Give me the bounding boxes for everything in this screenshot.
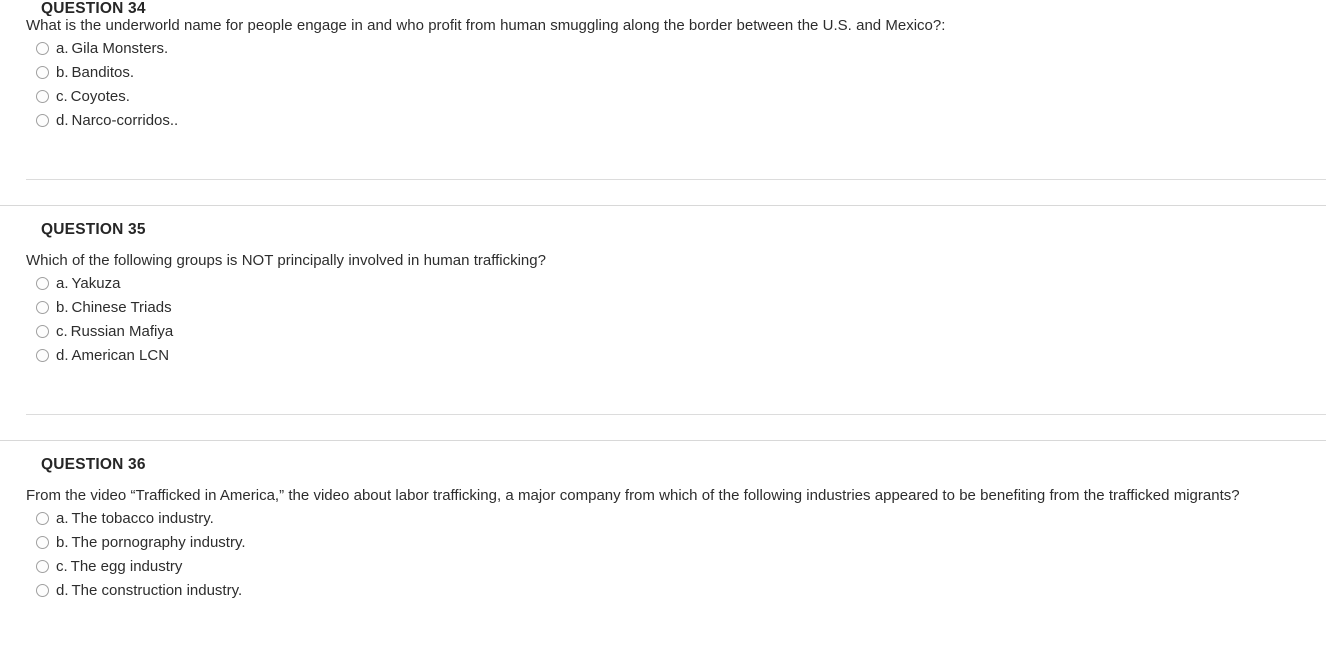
answer-options-34: a. Gila Monsters. b. Banditos. c. Coyote… <box>26 37 1326 133</box>
option-label: Banditos. <box>71 64 135 81</box>
answer-option-36-b[interactable]: b. The pornography industry. <box>36 531 1326 555</box>
radio-button-icon[interactable] <box>36 512 49 526</box>
answer-option-35-b[interactable]: b. Chinese Triads <box>36 296 1326 320</box>
option-label: The construction industry. <box>71 582 243 600</box>
radio-button-icon[interactable] <box>36 90 49 103</box>
radio-button-icon[interactable] <box>36 42 49 55</box>
divider-gap <box>0 180 1326 205</box>
option-letter: c. <box>56 323 68 341</box>
radio-button-icon[interactable] <box>36 349 49 363</box>
answer-option-34-b[interactable]: b. Banditos. <box>36 61 1326 85</box>
radio-button-icon[interactable] <box>36 66 49 79</box>
option-letter: a. <box>56 510 69 528</box>
answer-option-36-c[interactable]: c. The egg industry <box>36 555 1326 579</box>
radio-button-icon[interactable] <box>36 301 49 315</box>
option-letter: d. <box>56 112 69 129</box>
option-letter: a. <box>56 275 69 293</box>
answer-option-35-a[interactable]: a. Yakuza <box>36 272 1326 296</box>
question-block-35: QUESTION 35 Which of the following group… <box>0 206 1326 441</box>
radio-button-icon[interactable] <box>36 325 49 339</box>
option-letter: d. <box>56 582 69 600</box>
option-label: The egg industry <box>70 558 183 576</box>
option-letter: c. <box>56 558 68 576</box>
option-letter: d. <box>56 347 69 365</box>
answer-option-34-a[interactable]: a. Gila Monsters. <box>36 37 1326 61</box>
option-letter: b. <box>56 534 69 552</box>
option-label: The pornography industry. <box>71 534 246 552</box>
radio-button-icon[interactable] <box>36 114 49 127</box>
question-header-35: QUESTION 35 <box>41 220 146 238</box>
question-text-34: What is the underworld name for people e… <box>26 17 946 34</box>
radio-button-icon[interactable] <box>36 277 49 291</box>
option-letter: b. <box>56 299 69 317</box>
option-label: American LCN <box>71 347 170 365</box>
question-text-36: From the video “Trafficked in America,” … <box>26 487 1240 505</box>
answer-option-34-c[interactable]: c. Coyotes. <box>36 85 1326 109</box>
option-label: Narco-corridos.. <box>71 112 179 129</box>
answer-option-34-d[interactable]: d. Narco-corridos.. <box>36 109 1326 133</box>
radio-button-icon[interactable] <box>36 560 49 574</box>
question-text-35: Which of the following groups is NOT pri… <box>26 252 546 270</box>
question-header-36: QUESTION 36 <box>41 455 146 473</box>
radio-button-icon[interactable] <box>36 584 49 598</box>
answer-option-36-d[interactable]: d. The construction industry. <box>36 579 1326 603</box>
question-body-34: What is the underworld name for people e… <box>0 16 1326 133</box>
divider-gap <box>0 415 1326 440</box>
option-letter: c. <box>56 88 68 105</box>
answer-option-36-a[interactable]: a. The tobacco industry. <box>36 507 1326 531</box>
answer-options-36: a. The tobacco industry. b. The pornogra… <box>26 507 1326 603</box>
option-label: Gila Monsters. <box>71 40 169 57</box>
question-body-35: Which of the following groups is NOT pri… <box>0 251 1326 368</box>
question-body-36: From the video “Trafficked in America,” … <box>0 486 1326 603</box>
quiz-container: QUESTION 34 What is the underworld name … <box>0 0 1326 603</box>
answer-option-35-d[interactable]: d. American LCN <box>36 344 1326 368</box>
answer-options-35: a. Yakuza b. Chinese Triads c. Russian M… <box>26 272 1326 368</box>
option-label: Coyotes. <box>70 88 130 105</box>
question-header-34: QUESTION 34 <box>41 0 146 16</box>
radio-button-icon[interactable] <box>36 536 49 550</box>
option-letter: b. <box>56 64 69 81</box>
option-letter: a. <box>56 40 69 57</box>
question-block-36: QUESTION 36 From the video “Trafficked i… <box>0 441 1326 603</box>
answer-option-35-c[interactable]: c. Russian Mafiya <box>36 320 1326 344</box>
option-label: The tobacco industry. <box>71 510 214 528</box>
question-block-34: QUESTION 34 What is the underworld name … <box>0 0 1326 206</box>
option-label: Russian Mafiya <box>70 323 174 341</box>
option-label: Yakuza <box>71 275 121 293</box>
option-label: Chinese Triads <box>71 299 172 317</box>
